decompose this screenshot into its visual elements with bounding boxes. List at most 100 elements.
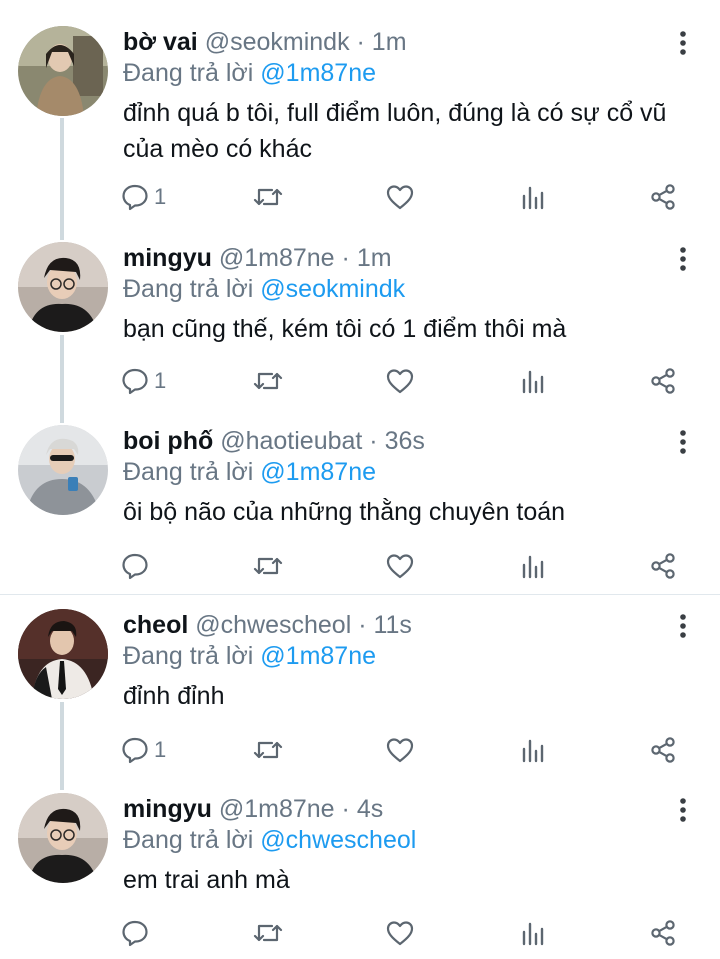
reply-button[interactable] [120,913,154,953]
analytics-icon [522,370,544,394]
mention-link[interactable]: @seokmindk [260,275,405,303]
share-button[interactable] [648,913,678,953]
replying-label: Đang trả lời [123,642,254,670]
reply-button[interactable]: 1 [120,361,166,401]
separator-dot: · [351,611,374,639]
display-name[interactable]: bờ vai [123,28,198,56]
share-button[interactable] [648,546,678,586]
heart-icon [386,369,414,394]
replying-label: Đang trả lời [123,458,254,486]
tweet-text: ôi bộ não của những thằng chuyên toán [123,498,566,526]
avatar[interactable] [18,425,108,515]
heart-icon [386,738,414,763]
reply-button[interactable]: 1 [120,177,166,217]
like-button[interactable] [385,730,415,770]
timestamp[interactable]: 11s [373,611,411,639]
avatar[interactable] [18,609,108,699]
more-options-icon[interactable] [672,244,694,274]
replying-label: Đang trả lời [123,275,254,303]
reply-tweet[interactable]: mingyu @1m87ne · 4s Đang trả lời @chwesc… [0,793,720,959]
user-handle[interactable]: @haotieubat [220,427,362,455]
user-handle[interactable]: @1m87ne [219,244,335,272]
share-button[interactable] [648,730,678,770]
timestamp[interactable]: 1m [372,28,407,56]
tweet-header: cheol @chwescheol · 11s [123,609,412,641]
retweet-button[interactable] [252,730,284,770]
more-options-icon[interactable] [672,611,694,641]
retweet-button[interactable] [252,177,284,217]
separator-dot: · [362,427,385,455]
display-name[interactable]: cheol [123,611,188,639]
analytics-icon [522,922,544,946]
like-button[interactable] [385,361,415,401]
replying-to: Đang trả lời @chwescheol [123,824,416,856]
retweet-button[interactable] [252,546,284,586]
replying-to: Đang trả lời @1m87ne [123,456,376,488]
analytics-icon [522,739,544,763]
reply-tweet[interactable]: boi phố @haotieubat · 36s Đang trả lời @… [0,425,720,595]
like-button[interactable] [385,546,415,586]
tweet-text: đỉnh đỉnh [123,682,225,710]
retweet-icon [253,372,283,390]
analytics-button[interactable] [518,730,548,770]
timestamp[interactable]: 1m [357,244,392,272]
user-handle[interactable]: @seokmindk [205,28,350,56]
tweet-header: mingyu @1m87ne · 1m [123,242,392,274]
like-button[interactable] [385,177,415,217]
reply-button[interactable] [120,546,154,586]
avatar[interactable] [18,242,108,332]
tweet-header: mingyu @1m87ne · 4s [123,793,383,825]
mention-link[interactable]: @1m87ne [260,59,376,87]
reply-icon [122,184,148,211]
replying-to: Đang trả lời @seokmindk [123,273,405,305]
analytics-button[interactable] [518,177,548,217]
heart-icon [386,185,414,210]
timestamp[interactable]: 4s [357,795,383,823]
reply-tweet[interactable]: bờ vai @seokmindk · 1m Đang trả lời @1m8… [0,26,720,226]
share-icon [651,368,675,394]
display-name[interactable]: boi phố [123,427,213,455]
reply-icon [122,737,148,764]
more-options-icon[interactable] [672,28,694,58]
like-button[interactable] [385,913,415,953]
analytics-button[interactable] [518,913,548,953]
user-handle[interactable]: @chwescheol [195,611,351,639]
mention-link[interactable]: @1m87ne [260,642,376,670]
tweet-text: bạn cũng thế, kém tôi có 1 điểm thôi mà [123,315,567,343]
share-button[interactable] [648,361,678,401]
tweet-header: bờ vai @seokmindk · 1m [123,26,407,58]
share-icon [651,553,675,579]
display-name[interactable]: mingyu [123,244,212,272]
reply-icon [122,368,148,395]
tweet-text: em trai anh mà [123,866,290,894]
more-options-icon[interactable] [672,795,694,825]
timestamp[interactable]: 36s [385,427,425,455]
retweet-icon [253,741,283,759]
retweet-button[interactable] [252,361,284,401]
heart-icon [386,921,414,946]
retweet-button[interactable] [252,913,284,953]
reply-count: 1 [154,737,167,762]
avatar[interactable] [18,26,108,116]
display-name[interactable]: mingyu [123,795,212,823]
analytics-button[interactable] [518,546,548,586]
reply-tweet[interactable]: cheol @chwescheol · 11s Đang trả lời @1m… [0,609,720,779]
reply-tweet[interactable]: mingyu @1m87ne · 1m Đang trả lời @seokmi… [0,242,720,412]
reply-icon [122,920,148,947]
analytics-icon [522,555,544,579]
reply-icon [122,553,148,580]
mention-link[interactable]: @1m87ne [260,458,376,486]
more-options-icon[interactable] [672,427,694,457]
share-button[interactable] [648,177,678,217]
mention-link[interactable]: @chwescheol [260,826,416,854]
user-handle[interactable]: @1m87ne [219,795,335,823]
replying-to: Đang trả lời @1m87ne [123,640,376,672]
reply-button[interactable]: 1 [120,730,166,770]
divider [0,594,720,595]
action-bar: 1 [120,730,690,770]
reply-count: 1 [154,368,167,393]
share-icon [651,184,675,210]
avatar[interactable] [18,793,108,883]
analytics-button[interactable] [518,361,548,401]
action-bar [120,913,690,953]
